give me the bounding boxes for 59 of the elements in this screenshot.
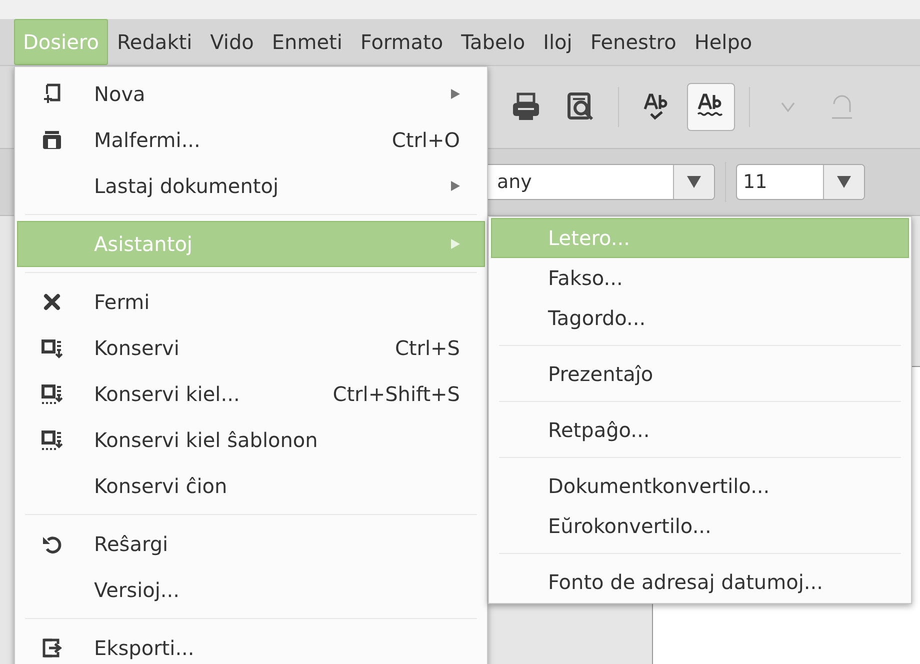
menu-item[interactable]: Versioj... [17,567,485,613]
menu-item-label: Tagordo... [548,306,647,330]
menu-item-label: Letero... [548,226,631,250]
menu-item[interactable]: Eŭrokonvertilo... [491,506,909,546]
menu-item-label: Fakso... [548,266,624,290]
menu-item[interactable]: Konservi kiel... Ctrl+Shift+S [17,371,485,417]
shortcut-label: Ctrl+Shift+S [332,382,460,406]
menu-item-label: Versioj... [94,578,180,602]
menu-item[interactable]: Fonto de adresaj datumoj... [491,562,909,602]
menu-item[interactable]: Tagordo... [491,298,909,338]
menu-item[interactable]: Konservi ĉion [17,463,485,509]
menu-item-label: Eksporti... [94,636,196,660]
menu-item[interactable]: Dokumentkonvertilo... [491,466,909,506]
menu-item-label: Konservi kiel... [94,382,241,406]
menu-bar-item[interactable]: Enmeti [262,19,352,65]
menu-item-label: Eŭrokonvertilo... [548,514,712,538]
menu-item[interactable]: Prezentaĵo [491,354,909,394]
menu-item[interactable]: Nova [17,71,485,117]
menu-item-label: Asistantoj [94,232,194,256]
menu-item[interactable]: Konservi kiel ŝablonon [17,417,485,463]
menu-item-label: Lastaj dokumentoj [94,174,280,198]
dropdown-arrow-icon [837,176,851,188]
menu-item-label: Nova [94,82,146,106]
menu-item[interactable]: Eksporti... [17,625,485,664]
save-as-icon [40,428,64,452]
shortcut-label: Ctrl+S [394,336,460,360]
menu-item-label: Konservi kiel ŝablonon [94,428,319,452]
toolbar-button[interactable] [687,83,735,131]
menu-bar-item[interactable]: Iloj [534,19,582,65]
menu-item[interactable]: Fakso... [491,258,909,298]
menu-bar-item[interactable]: Redakti [108,19,202,65]
menu-item-label: Prezentaĵo [548,362,654,386]
shortcut-label: Ctrl+O [392,128,460,152]
menu-bar-item[interactable]: Tabelo [452,19,534,65]
export-icon [40,636,64,660]
menu-bar-item[interactable]: Formato [351,19,452,65]
menu-bar-item[interactable]: Fenestro [581,19,686,65]
font-name-value: any [496,170,533,195]
folder-icon [40,128,64,152]
menu-bar-item[interactable]: Vido [201,19,263,65]
menu-item-label: Konservi [94,336,180,360]
menu-item-label: Dokumentkonvertilo... [548,474,771,498]
menu-item-label: Fermi [94,290,151,314]
font-size-value: 11 [742,170,768,195]
menu-item-label: Konservi ĉion [94,474,228,498]
font-size-combo[interactable]: 11 [736,164,865,200]
menu-item[interactable]: Reŝargi [17,521,485,567]
printer-icon [510,91,542,123]
menu-item[interactable]: Fermi [17,279,485,325]
menu-item-label: Retpaĝo... [548,418,651,442]
menu-item[interactable]: Konservi Ctrl+S [17,325,485,371]
menu-item-label: Fonto de adresaj datumoj... [548,570,824,594]
dropdown-arrow-icon [687,176,701,188]
save-as-icon [40,382,64,406]
menu-item[interactable]: Malfermi... Ctrl+O [17,117,485,163]
menu-item[interactable]: Retpaĝo... [491,410,909,450]
menu-item-label: Reŝargi [94,532,170,556]
menu-item-label: Malfermi... [94,128,202,152]
menu-bar-item[interactable]: Helpo [685,19,762,65]
